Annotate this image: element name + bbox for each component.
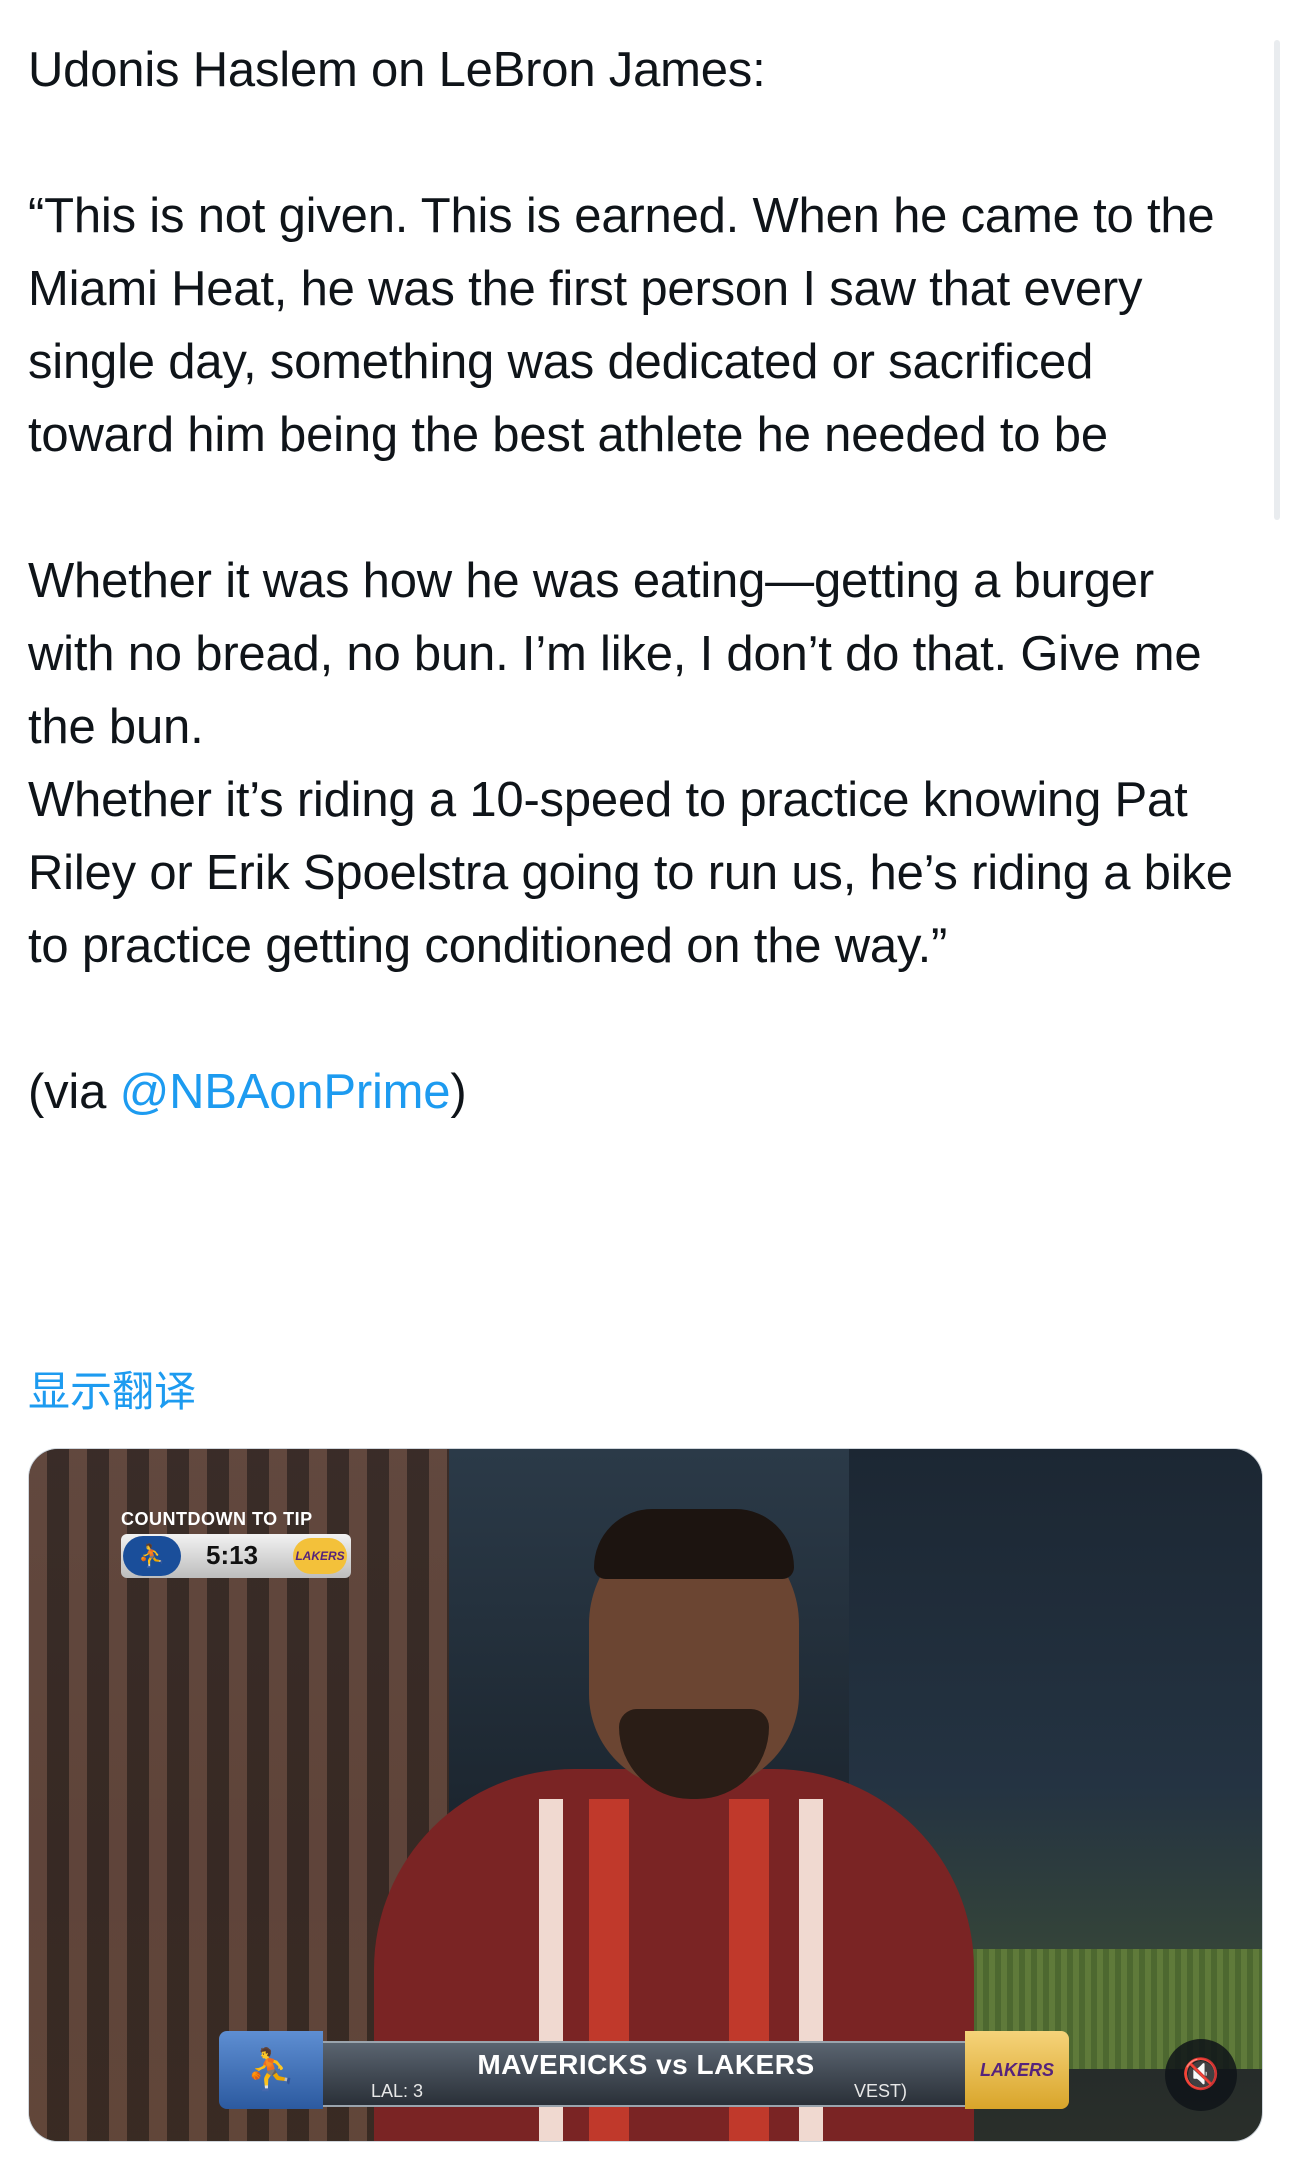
- tweet-headline: Udonis Haslem on LeBron James:: [28, 43, 766, 97]
- tweet-quote-paragraph-2: Whether it was how he was eating—getting…: [28, 554, 1202, 754]
- mavericks-logo-icon: ⛹: [123, 1536, 181, 1576]
- mention-link[interactable]: @NBAonPrime: [120, 1065, 451, 1119]
- countdown-overlay: COUNTDOWN TO TIP ⛹ 5:13 LAKERS: [121, 1509, 351, 1578]
- via-prefix: (via: [28, 1065, 120, 1119]
- countdown-label: COUNTDOWN TO TIP: [121, 1509, 313, 1529]
- video-player[interactable]: COUNTDOWN TO TIP ⛹ 5:13 LAKERS MAVERICKS…: [28, 1448, 1263, 2142]
- via-suffix: ): [450, 1065, 467, 1119]
- ticker-left: LAL: 3: [371, 2081, 424, 2101]
- scrollbar[interactable]: [1274, 40, 1280, 520]
- countdown-box: ⛹ 5:13 LAKERS: [121, 1534, 351, 1578]
- tweet-quote-paragraph-3: Whether it’s riding a 10-speed to practi…: [28, 773, 1233, 973]
- mavericks-logo-icon: ⛹: [219, 2031, 323, 2109]
- matchup-title: MAVERICKS vs LAKERS: [477, 2049, 815, 2080]
- tweet-text: Udonis Haslem on LeBron James: “This is …: [28, 34, 1248, 1129]
- tweet-via-line: (via @NBAonPrime): [28, 1056, 1248, 1129]
- presenter-hair: [594, 1509, 794, 1579]
- tweet-quote-paragraph-1: “This is not given. This is earned. When…: [28, 189, 1215, 462]
- countdown-time: 5:13: [206, 1540, 259, 1570]
- lakers-logo-icon: LAKERS: [965, 2031, 1069, 2109]
- lower-third-banner: MAVERICKS vs LAKERS LAL: 3 VEST) ⛹ LAKER…: [219, 2031, 1109, 2109]
- mute-toggle-icon[interactable]: 🔇: [1165, 2039, 1237, 2111]
- lakers-logo-icon: LAKERS: [293, 1538, 347, 1574]
- lower-third-bar: MAVERICKS vs LAKERS LAL: 3 VEST): [319, 2041, 973, 2107]
- ticker-right: VEST): [853, 2081, 907, 2101]
- show-translation-link[interactable]: 显示翻译: [28, 1358, 196, 1419]
